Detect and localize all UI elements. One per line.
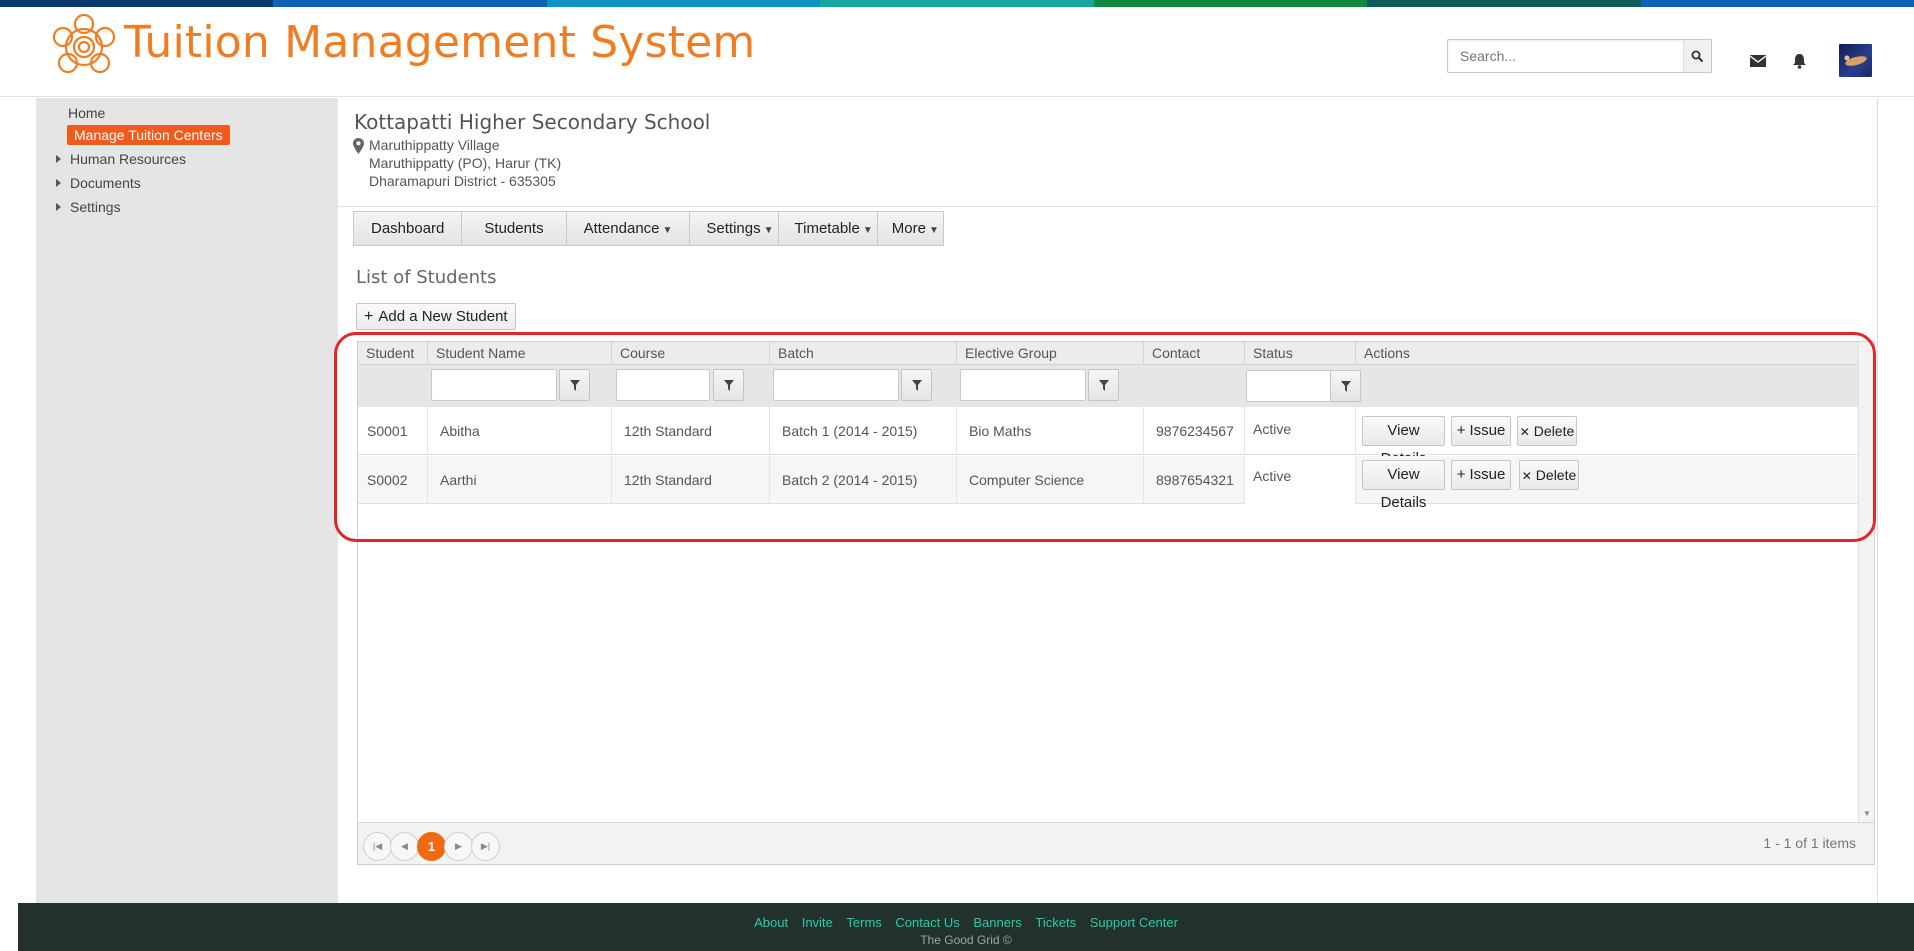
footer-link-contact-us[interactable]: Contact Us xyxy=(895,915,959,930)
footer-link-tickets[interactable]: Tickets xyxy=(1035,915,1076,930)
last-page-button[interactable]: ▶| xyxy=(471,832,500,861)
tab-students[interactable]: Students xyxy=(462,212,567,245)
divider xyxy=(338,206,1878,207)
list-title: List of Students xyxy=(356,267,497,288)
add-student-button[interactable]: + Add a New Student xyxy=(356,303,516,330)
footer-links: About Invite Terms Contact Us Banners Ti… xyxy=(18,903,1914,930)
sidebar: Home Manage Tuition Centers Human Resour… xyxy=(36,98,338,903)
chevron-down-icon: ▼ xyxy=(928,225,939,236)
sidebar-item-documents[interactable]: Documents xyxy=(56,175,141,191)
sidebar-item-home[interactable]: Home xyxy=(68,105,105,121)
footer-link-terms[interactable]: Terms xyxy=(846,915,881,930)
address-line-2: Maruthippatty (PO), Harur (TK) xyxy=(369,155,562,171)
address-line-3: Dharamapuri District - 635305 xyxy=(369,173,556,189)
copyright: The Good Grid © xyxy=(920,933,1012,947)
footer: About Invite Terms Contact Us Banners Ti… xyxy=(18,903,1914,951)
footer-link-invite[interactable]: Invite xyxy=(802,915,833,930)
search-button[interactable] xyxy=(1683,40,1711,72)
tab-dashboard[interactable]: Dashboard xyxy=(354,212,463,245)
tab-more[interactable]: More ▼ xyxy=(878,212,943,245)
chevron-down-icon: ▼ xyxy=(763,225,774,236)
sidebar-item-settings[interactable]: Settings xyxy=(56,199,121,215)
footer-link-about[interactable]: About xyxy=(754,915,788,930)
expand-icon xyxy=(56,155,61,163)
sidebar-item-human-resources[interactable]: Human Resources xyxy=(56,151,186,167)
app-header: Tuition Management System xyxy=(0,7,1914,97)
current-page-button[interactable]: 1 xyxy=(417,832,446,861)
footer-link-support-center[interactable]: Support Center xyxy=(1090,915,1178,930)
search-box[interactable] xyxy=(1447,39,1712,73)
footer-link-banners[interactable]: Banners xyxy=(973,915,1021,930)
logo-icon xyxy=(52,13,116,74)
first-page-button[interactable]: |◀ xyxy=(363,832,392,861)
expand-icon xyxy=(56,203,61,211)
app-title: Tuition Management System xyxy=(124,17,756,68)
chevron-down-icon: ▼ xyxy=(862,225,873,236)
sidebar-item-label: Settings xyxy=(70,199,121,215)
map-pin-icon xyxy=(353,138,364,154)
tab-timetable[interactable]: Timetable ▼ xyxy=(779,212,878,245)
bell-icon[interactable] xyxy=(1790,53,1808,69)
address-line-1: Maruthippatty Village xyxy=(369,137,500,153)
grid-pager: |◀ ◀ 1 ▶ ▶| 1 - 1 of 1 items xyxy=(358,822,1874,864)
school-name: Kottapatti Higher Secondary School xyxy=(354,110,711,134)
sidebar-item-manage-tuition-centers[interactable]: Manage Tuition Centers xyxy=(67,125,230,145)
search-icon xyxy=(1691,50,1704,62)
prev-page-button[interactable]: ◀ xyxy=(390,832,419,861)
top-color-bar xyxy=(0,0,1914,7)
sidebar-item-label: Human Resources xyxy=(70,151,186,167)
highlight-annotation xyxy=(334,332,1876,542)
expand-icon xyxy=(56,179,61,187)
tab-bar: Dashboard Students Attendance ▼ Settings ▼… xyxy=(353,211,944,246)
mail-icon[interactable] xyxy=(1749,53,1767,69)
pager-info: 1 - 1 of 1 items xyxy=(1763,835,1856,851)
avatar[interactable] xyxy=(1839,44,1872,77)
tab-settings[interactable]: Settings ▼ xyxy=(690,212,779,245)
next-page-button[interactable]: ▶ xyxy=(444,832,473,861)
chevron-down-icon: ▼ xyxy=(662,225,673,236)
scroll-down-icon[interactable]: ▼ xyxy=(1863,809,1871,818)
plus-icon: + xyxy=(364,308,374,325)
sidebar-item-label: Documents xyxy=(70,175,141,191)
tab-attendance[interactable]: Attendance ▼ xyxy=(567,212,691,245)
search-input[interactable] xyxy=(1448,40,1682,72)
